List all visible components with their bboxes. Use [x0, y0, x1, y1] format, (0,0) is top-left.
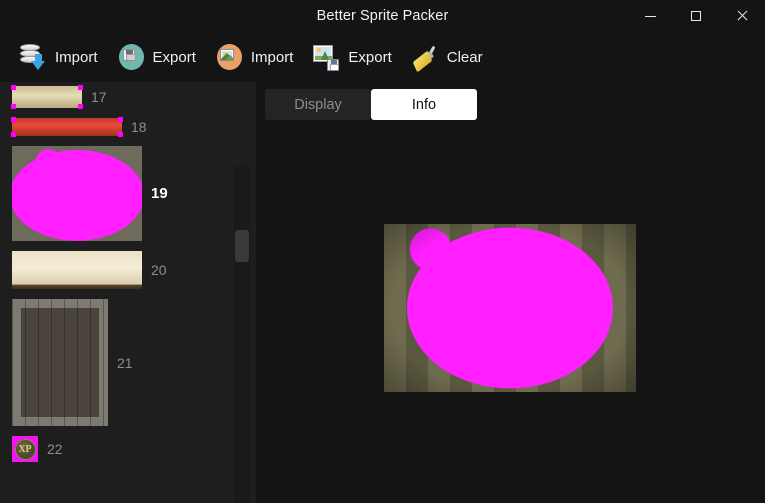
sprite-index: 17	[91, 89, 107, 105]
import-data-label: Import	[55, 48, 98, 66]
database-import-icon	[18, 42, 48, 72]
window-controls	[627, 0, 765, 32]
clear-label: Clear	[446, 48, 483, 66]
sprite-preview[interactable]	[384, 224, 636, 392]
export-image-label: Export	[348, 48, 392, 66]
close-button[interactable]	[719, 0, 765, 32]
minimize-icon	[644, 16, 656, 17]
export-data-button[interactable]: Export	[112, 38, 204, 76]
sprite-index: 20	[151, 262, 167, 278]
toolbar: Import Export Import Export Clear	[0, 32, 765, 82]
maximize-button[interactable]	[673, 0, 719, 32]
import-data-button[interactable]: Import	[14, 38, 106, 76]
sprite-preview-image	[384, 224, 636, 392]
sprite-list-item[interactable]: 17	[11, 85, 238, 109]
import-image-label: Import	[250, 48, 294, 66]
sprite-list-sidebar: 16 17 18	[0, 82, 256, 503]
export-image-button[interactable]: Export	[307, 38, 399, 76]
sprite-thumbnail[interactable]	[11, 85, 83, 109]
tab-display-label: Display	[294, 96, 342, 113]
main-panel: Display Info	[256, 82, 765, 503]
sprite-thumbnail[interactable]	[11, 117, 123, 137]
image-export-icon	[311, 42, 341, 72]
import-image-button[interactable]: Import	[210, 38, 302, 76]
sprite-preview-vignette	[384, 224, 636, 392]
sprite-list-item[interactable]: XP 22	[12, 436, 238, 462]
broom-clear-icon	[410, 42, 440, 73]
sprite-thumbnail[interactable]	[12, 299, 108, 426]
sprite-index: 18	[131, 119, 147, 135]
tab-info-label: Info	[411, 96, 437, 113]
sprite-list[interactable]: 16 17 18	[0, 82, 256, 463]
tab-bar: Display Info	[265, 89, 477, 120]
sprite-list-scrollbar[interactable]	[234, 166, 250, 503]
sprite-list-item[interactable]: 18	[11, 117, 238, 137]
sprite-thumbnail[interactable]	[12, 251, 142, 289]
minimize-button[interactable]	[627, 0, 673, 32]
app-window: Better Sprite Packer Import Export Impor…	[0, 0, 765, 503]
scrollbar-thumb[interactable]	[235, 230, 249, 262]
sprite-list-item-selected[interactable]: 19	[12, 146, 238, 241]
close-icon	[736, 10, 748, 22]
sprite-index: 22	[47, 441, 63, 457]
title-bar: Better Sprite Packer	[0, 0, 765, 32]
floppy-disk-export-icon	[116, 42, 146, 72]
sprite-thumbnail[interactable]	[12, 146, 142, 241]
sprite-list-item[interactable]: 21	[12, 299, 238, 426]
xp-badge-label: XP	[14, 438, 36, 460]
image-import-icon	[214, 42, 244, 72]
sprite-index: 21	[117, 354, 133, 371]
tab-display[interactable]: Display	[265, 89, 371, 120]
sprite-list-item[interactable]: 20	[12, 251, 238, 289]
maximize-icon	[691, 11, 701, 21]
export-data-label: Export	[152, 48, 196, 66]
sprite-thumbnail[interactable]: XP	[12, 436, 38, 462]
clear-button[interactable]: Clear	[406, 38, 491, 76]
sprite-index: 19	[151, 185, 168, 202]
tab-info[interactable]: Info	[371, 89, 477, 120]
